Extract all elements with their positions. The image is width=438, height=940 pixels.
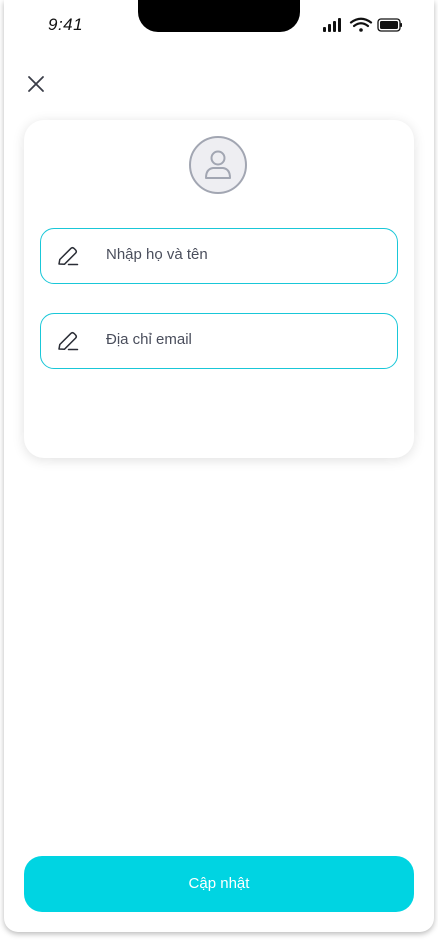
close-icon (28, 76, 44, 92)
phone-screen: 9:41 Nhập họ và tên Địa chỉ email Cập nh… (4, 0, 434, 932)
profile-card: Nhập họ và tên Địa chỉ email (24, 120, 414, 458)
name-placeholder: Nhập họ và tên (106, 246, 208, 263)
avatar[interactable] (189, 136, 247, 194)
status-time: 9:41 (48, 15, 84, 34)
pencil-icon (58, 331, 79, 351)
close-button[interactable] (22, 70, 50, 98)
email-field[interactable]: Địa chỉ email (40, 313, 398, 369)
user-icon (205, 150, 231, 179)
battery-icon (377, 18, 402, 32)
pencil-icon (58, 246, 79, 266)
status-icons (323, 17, 402, 32)
email-placeholder: Địa chỉ email (106, 331, 192, 348)
name-field[interactable]: Nhập họ và tên (40, 228, 398, 284)
update-button[interactable]: Cập nhật (24, 856, 414, 912)
signal-icon (323, 18, 341, 32)
device-notch (138, 0, 300, 32)
wifi-icon (349, 17, 373, 32)
